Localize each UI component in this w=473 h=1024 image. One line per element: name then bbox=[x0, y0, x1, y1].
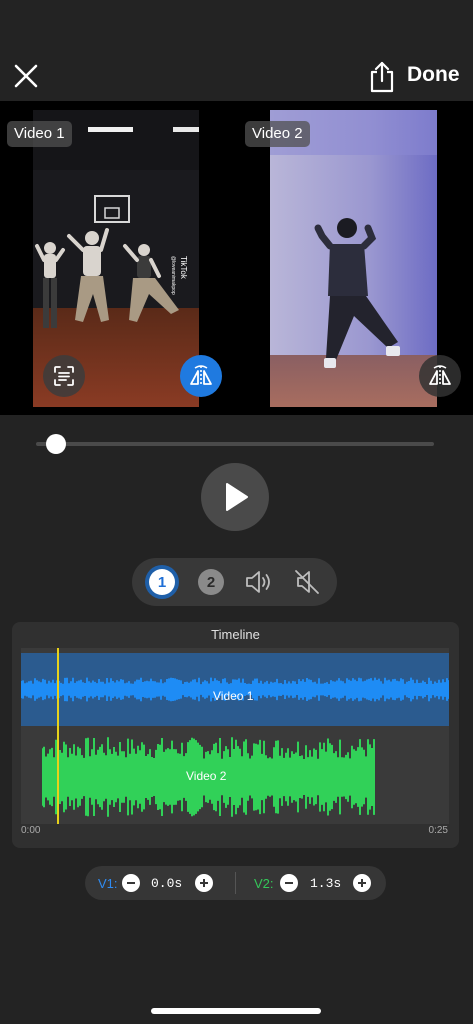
tiktok-watermark: TikTok bbox=[179, 256, 188, 280]
share-icon bbox=[370, 61, 394, 93]
minus-icon bbox=[285, 882, 293, 884]
share-button[interactable] bbox=[367, 60, 397, 94]
timeline-start-time: 0:00 bbox=[21, 825, 41, 836]
play-icon bbox=[226, 483, 248, 511]
home-indicator[interactable] bbox=[151, 1008, 321, 1014]
audio-option-both[interactable] bbox=[244, 567, 274, 597]
video-sync-editor: Done TikTok @loveanimakpop Video 1 Video… bbox=[0, 0, 473, 1024]
video-preview-area: TikTok @loveanimakpop Video 1 Video 2 bbox=[0, 101, 473, 415]
audio-option-video-1[interactable]: 1 bbox=[147, 567, 177, 597]
timeline-playhead[interactable] bbox=[57, 648, 59, 824]
done-button[interactable]: Done bbox=[407, 63, 460, 87]
minus-icon bbox=[127, 882, 135, 884]
v2-offset-label: V2: bbox=[254, 876, 274, 891]
playback-scrubber[interactable] bbox=[36, 442, 434, 446]
v1-increase-button[interactable] bbox=[195, 874, 213, 892]
flip-video-2-button[interactable] bbox=[419, 355, 461, 397]
timeline-end-time: 0:25 bbox=[428, 825, 448, 836]
scrubber-thumb[interactable] bbox=[45, 434, 66, 454]
timeline-tracks[interactable]: Video 1 Video 2 bbox=[21, 648, 449, 824]
offset-controls: V1: 0.0s V2: 1.3s bbox=[85, 866, 386, 900]
audio-option-video-2[interactable]: 2 bbox=[196, 567, 226, 597]
timeline-panel: Timeline Video 1 Video 2 0:00 0:25 bbox=[12, 622, 459, 848]
v2-offset-value: 1.3s bbox=[310, 876, 342, 891]
v2-decrease-button[interactable] bbox=[280, 874, 298, 892]
v1-offset-value: 0.0s bbox=[151, 876, 183, 891]
svg-text:@loveanimakpop: @loveanimakpop bbox=[170, 256, 176, 295]
speaker-icon bbox=[246, 571, 270, 593]
v1-decrease-button[interactable] bbox=[122, 874, 140, 892]
timeline-title: Timeline bbox=[211, 627, 260, 642]
close-icon bbox=[14, 64, 38, 88]
flip-horizontal-icon bbox=[190, 365, 212, 386]
plus-icon bbox=[358, 879, 366, 887]
video-2-track[interactable]: Video 2 bbox=[42, 733, 375, 821]
video-1-label: Video 1 bbox=[7, 121, 72, 147]
mute-icon bbox=[295, 570, 319, 594]
video-2-label: Video 2 bbox=[245, 121, 310, 147]
plus-icon bbox=[200, 879, 208, 887]
option-1-badge: 1 bbox=[149, 569, 175, 595]
v2-increase-button[interactable] bbox=[353, 874, 371, 892]
video-2-preview[interactable] bbox=[270, 110, 437, 407]
flip-video-1-button[interactable] bbox=[180, 355, 222, 397]
video-1-track[interactable]: Video 1 bbox=[21, 653, 449, 726]
option-2-badge: 2 bbox=[198, 569, 224, 595]
close-button[interactable] bbox=[10, 60, 42, 92]
audio-option-mute[interactable] bbox=[292, 567, 322, 597]
offset-divider bbox=[235, 872, 236, 894]
scan-button[interactable] bbox=[43, 355, 85, 397]
audio-source-selector: 1 2 bbox=[132, 558, 337, 606]
v1-offset-label: V1: bbox=[98, 876, 118, 891]
scan-text-icon bbox=[54, 366, 74, 386]
video-2-track-label: Video 2 bbox=[186, 769, 227, 783]
flip-horizontal-icon bbox=[429, 365, 451, 386]
play-button[interactable] bbox=[201, 463, 269, 531]
video-1-track-label: Video 1 bbox=[213, 689, 254, 703]
